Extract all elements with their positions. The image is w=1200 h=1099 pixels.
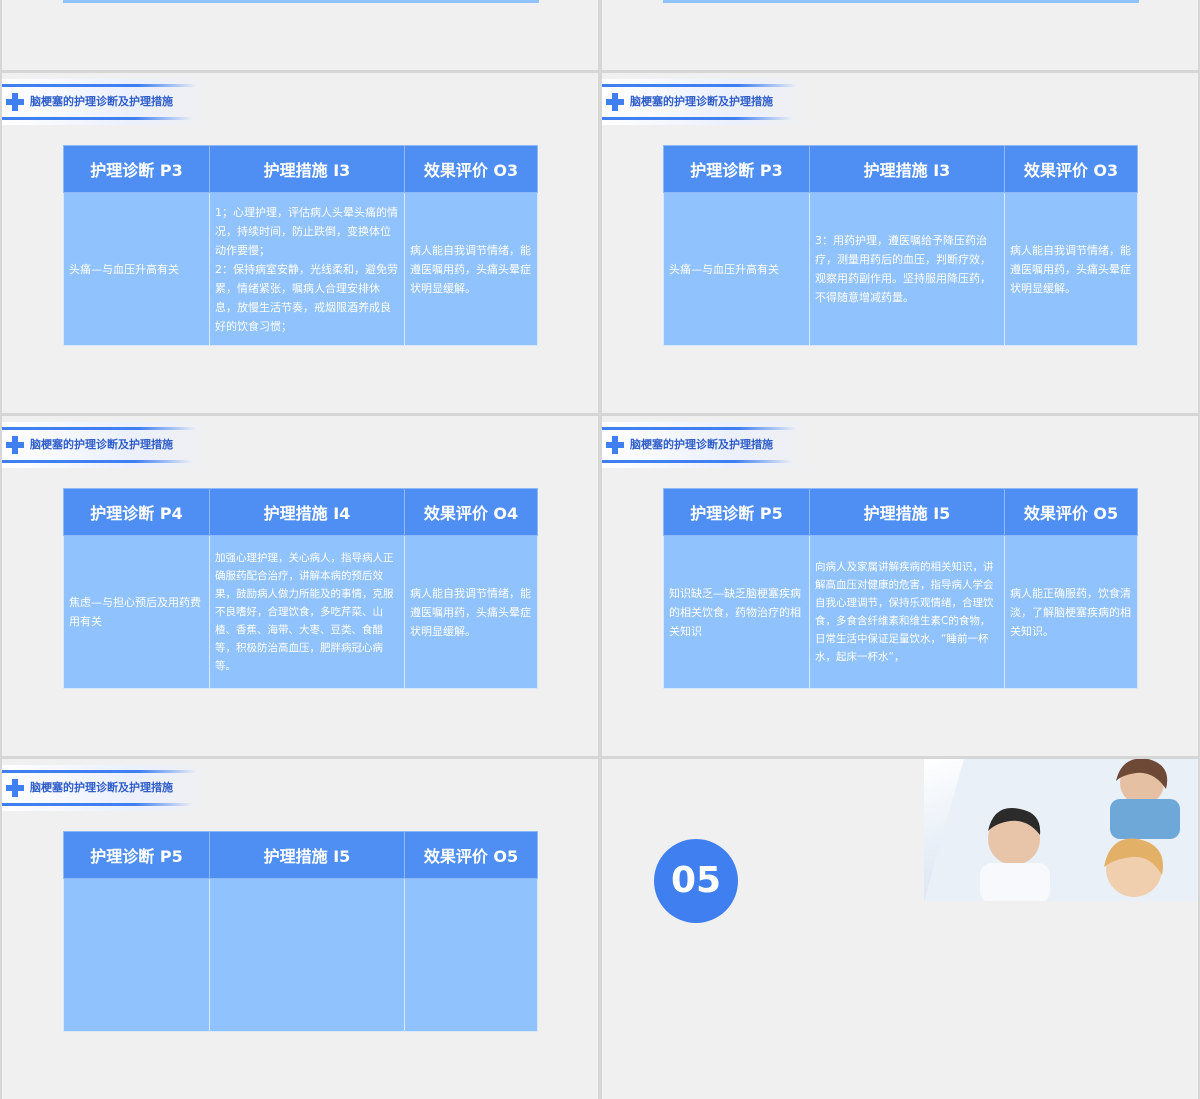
slide-header: 脑梗塞的护理诊断及护理措施: [2, 79, 214, 125]
cell-evaluation: 病人能自我调节情绪，能遵医嘱用药，头痛头晕症状明显缓解。: [1004, 192, 1138, 346]
header-line: [2, 427, 197, 430]
column-header-diagnosis: 护理诊断 P3: [63, 145, 210, 193]
cell-evaluation: [404, 878, 538, 1032]
nursing-table: 护理诊断 P3 护理措施 I3 效果评价 O3 头痛—与血压升高有关 1；心理护…: [63, 145, 538, 346]
column-header-evaluation: 效果评价 O5: [1004, 488, 1138, 536]
header-line: [602, 427, 797, 430]
cell-evaluation: 病人能正确服药，饮食清淡，了解脑梗塞疾病的相关知识。: [1004, 535, 1138, 689]
column-header-diagnosis: 护理诊断 P3: [663, 145, 810, 193]
section-number-badge: 05: [654, 839, 738, 923]
header-line: [602, 460, 792, 463]
column-header-measures: 护理措施 I5: [809, 488, 1005, 536]
slide-p3-b: 脑梗塞的护理诊断及护理措施 护理诊断 P3 护理措施 I3 效果评价 O3 头痛…: [602, 73, 1198, 413]
nursing-table: 护理诊断 P5 护理措施 I5 效果评价 O5: [63, 831, 538, 1032]
medical-cross-icon: [6, 436, 24, 454]
nursing-table: 护理诊断 P3 护理措施 I3 效果评价 O3 头痛—与血压升高有关 3：用药护…: [663, 145, 1138, 346]
slide-header: 脑梗塞的护理诊断及护理措施: [602, 79, 814, 125]
column-header-measures: 护理措施 I3: [209, 145, 405, 193]
header-line: [2, 770, 197, 773]
cell-measures: 1；心理护理，评估病人头晕头痛的情况，持续时间，防止跌倒，变换体位动作要慢； 2…: [209, 192, 405, 346]
slide-p5-a: 脑梗塞的护理诊断及护理措施 护理诊断 P5 护理措施 I5 效果评价 O5 知识…: [602, 416, 1198, 756]
nursing-table: 护理诊断 P5 护理措施 I5 效果评价 O5 知识缺乏—缺乏脑梗塞疾病的相关饮…: [663, 488, 1138, 689]
header-line: [2, 460, 192, 463]
medical-cross-icon: [606, 436, 624, 454]
slide-partial-top-right: [602, 0, 1198, 70]
slide-header: 脑梗塞的护理诊断及护理措施: [2, 765, 214, 811]
medical-cross-icon: [606, 93, 624, 111]
slide-p5-b: 脑梗塞的护理诊断及护理措施 护理诊断 P5 护理措施 I5 效果评价 O5: [2, 759, 598, 1099]
column-header-diagnosis: 护理诊断 P5: [663, 488, 810, 536]
column-header-measures: 护理措施 I4: [209, 488, 405, 536]
doctors-illustration: [924, 759, 1198, 903]
slide-header: 脑梗塞的护理诊断及护理措施: [602, 422, 814, 468]
cell-diagnosis: 焦虑—与担心预后及用药费用有关: [63, 535, 210, 689]
header-line: [602, 84, 797, 87]
header-title: 脑梗塞的护理诊断及护理措施: [30, 438, 173, 451]
header-title: 脑梗塞的护理诊断及护理措施: [30, 781, 173, 794]
cell-diagnosis: 知识缺乏—缺乏脑梗塞疾病的相关饮食，药物治疗的相关知识: [663, 535, 810, 689]
header-title: 脑梗塞的护理诊断及护理措施: [30, 95, 173, 108]
cell-evaluation: 病人能自我调节情绪，能遵医嘱用药，头痛头晕症状明显缓解。: [404, 535, 538, 689]
cell-measures: 3：用药护理，遵医嘱给予降压药治疗，测量用药后的血压，判断疗效，观察用药副作用。…: [809, 192, 1005, 346]
cell-diagnosis: 头痛—与血压升高有关: [663, 192, 810, 346]
header-line: [2, 84, 197, 87]
column-header-diagnosis: 护理诊断 P5: [63, 831, 210, 879]
slide-p3-a: 脑梗塞的护理诊断及护理措施 护理诊断 P3 护理措施 I3 效果评价 O3 头痛…: [2, 73, 598, 413]
header-line: [2, 803, 192, 806]
medical-cross-icon: [6, 93, 24, 111]
cell-diagnosis: 头痛—与血压升高有关: [63, 192, 210, 346]
header-line: [602, 117, 792, 120]
table-bottom-edge: [63, 0, 539, 3]
cell-diagnosis: [63, 878, 210, 1032]
table-bottom-edge: [663, 0, 1139, 3]
column-header-measures: 护理措施 I5: [209, 831, 405, 879]
column-header-diagnosis: 护理诊断 P4: [63, 488, 210, 536]
column-header-measures: 护理措施 I3: [809, 145, 1005, 193]
column-header-evaluation: 效果评价 O4: [404, 488, 538, 536]
cell-measures: [209, 878, 405, 1032]
nursing-table: 护理诊断 P4 护理措施 I4 效果评价 O4 焦虑—与担心预后及用药费用有关 …: [63, 488, 538, 689]
header-title: 脑梗塞的护理诊断及护理措施: [630, 95, 773, 108]
doctors-photo: [924, 759, 1198, 903]
cell-measures: 加强心理护理，关心病人，指导病人正确服药配合治疗，讲解本病的预后效果，鼓励病人做…: [209, 535, 405, 689]
column-header-evaluation: 效果评价 O3: [1004, 145, 1138, 193]
column-header-evaluation: 效果评价 O5: [404, 831, 538, 879]
slide-p4: 脑梗塞的护理诊断及护理措施 护理诊断 P4 护理措施 I4 效果评价 O4 焦虑…: [2, 416, 598, 756]
slide-partial-top-left: [2, 0, 598, 70]
header-title: 脑梗塞的护理诊断及护理措施: [630, 438, 773, 451]
medical-cross-icon: [6, 779, 24, 797]
column-header-evaluation: 效果评价 O3: [404, 145, 538, 193]
cell-measures: 向病人及家属讲解疾病的相关知识，讲解高血压对健康的危害，指导病人学会自我心理调节…: [809, 535, 1005, 689]
slide-section-cover: 05: [602, 759, 1198, 1099]
cell-evaluation: 病人能自我调节情绪，能遵医嘱用药，头痛头晕症状明显缓解。: [404, 192, 538, 346]
slide-header: 脑梗塞的护理诊断及护理措施: [2, 422, 214, 468]
header-line: [2, 117, 192, 120]
